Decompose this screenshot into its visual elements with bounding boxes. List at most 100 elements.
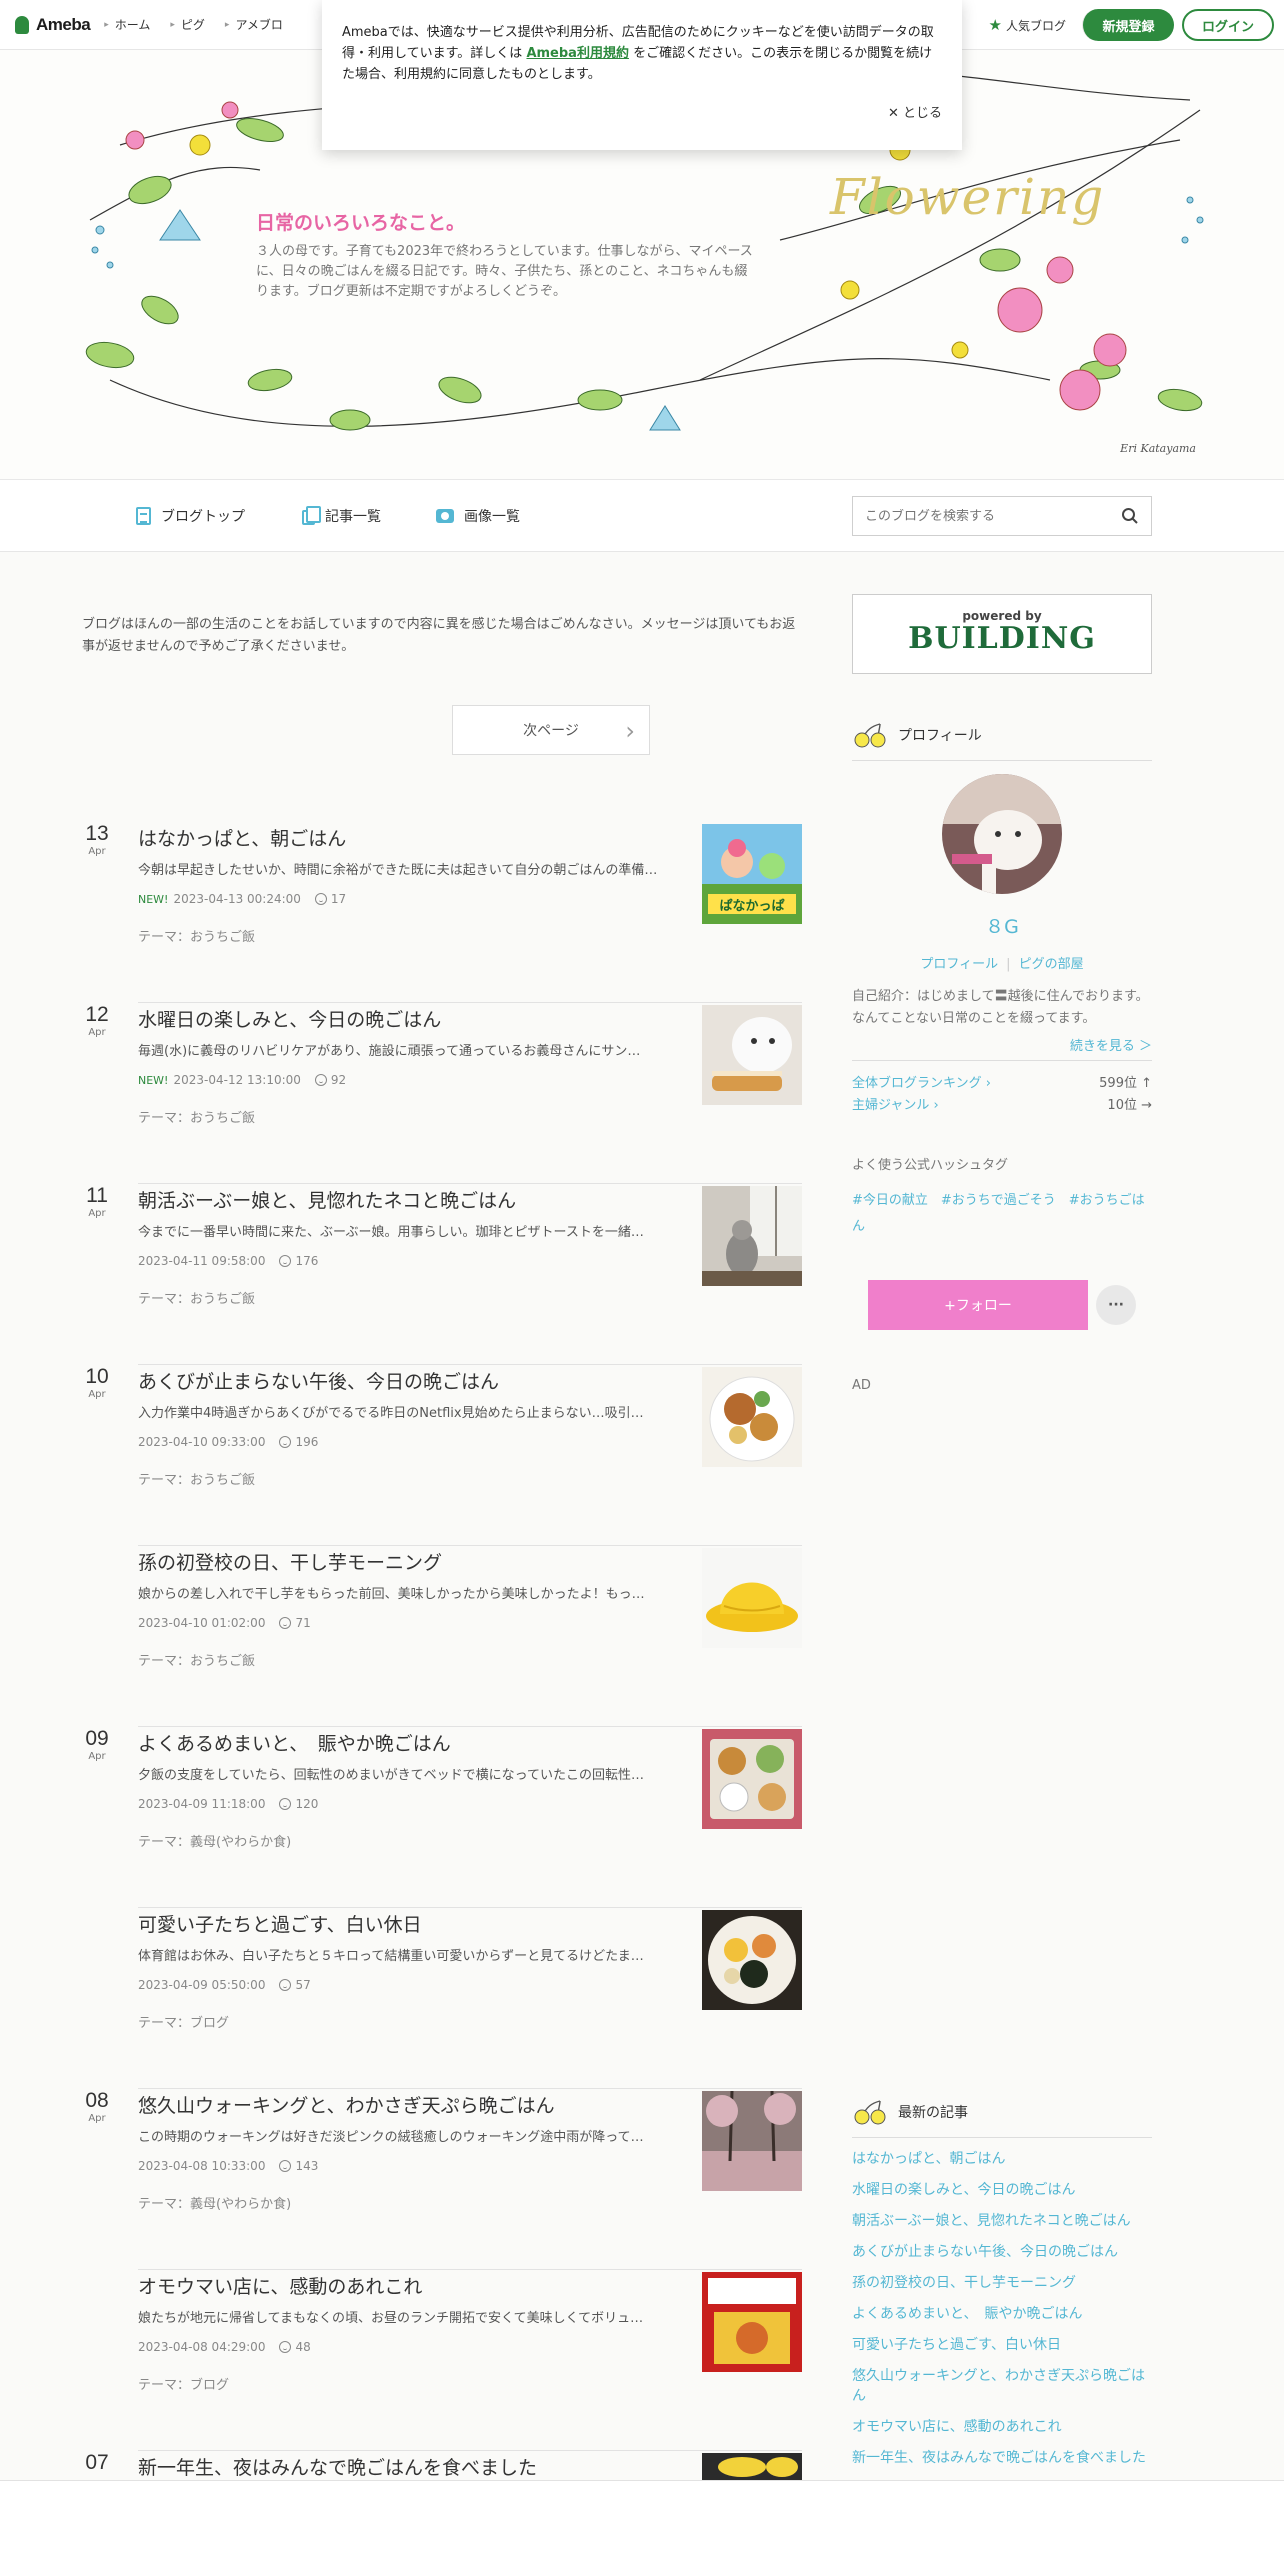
like-icon: [314, 893, 327, 905]
read-more-link[interactable]: 続きを見る ＞: [1070, 1035, 1152, 1054]
login-button[interactable]: ログイン: [1182, 9, 1274, 41]
entry-body: 可愛い子たちと過ごす、白い休日 体育館はお休み、白い子たちと５キロって結構重い可…: [138, 1908, 802, 2089]
ameba-logo[interactable]: Ameba: [12, 14, 91, 36]
ranking-row: 主婦ジャンル › 10位 →: [852, 1094, 1152, 1113]
recent-entry-link[interactable]: 新一年生、夜はみんなで晩ごはんを食べました: [852, 2448, 1152, 2468]
entry-theme[interactable]: テーマ：ブログ: [138, 2012, 229, 2031]
blog-title[interactable]: 日常のいろいろなこと。: [256, 208, 465, 235]
entry-theme[interactable]: テーマ：おうちご飯: [138, 1650, 255, 1669]
like-count: 143: [295, 2159, 319, 2173]
entry-month: Apr: [88, 1751, 106, 1762]
entry-excerpt: 今朝は早起きしたせいか、時間に余裕ができた既に夫は起きいて自分の朝ごはんの準備…: [138, 863, 658, 878]
cookie-close-button[interactable]: ✕ とじる: [888, 102, 942, 121]
entry-theme[interactable]: テーマ：ブログ: [138, 2374, 229, 2393]
entry-theme[interactable]: テーマ：おうちご飯: [138, 1107, 255, 1126]
nav-pigg[interactable]: ピグ: [170, 16, 205, 33]
entry-theme[interactable]: テーマ：おうちご飯: [138, 1288, 255, 1307]
like-icon: [279, 2160, 292, 2172]
entry-item: 孫の初登校の日、干し芋モーニング 娘からの差し入れで干し芋をもらった前回、美味し…: [82, 1546, 802, 1727]
nav-blog-top[interactable]: ブログトップ: [136, 506, 245, 526]
nav-entry-list[interactable]: 記事一覧: [302, 506, 381, 526]
self-introduction: 自己紹介：はじめまして〓越後に住んでおります。 なんてことない日常のことを綴って…: [852, 989, 1149, 1026]
entry-thumbnail[interactable]: [702, 2272, 802, 2372]
avatar[interactable]: [942, 774, 1062, 894]
building-logo-text: BUILDING: [908, 621, 1096, 656]
entry-body: 孫の初登校の日、干し芋モーニング 娘からの差し入れで干し芋をもらった前回、美味し…: [138, 1546, 802, 1727]
entry-excerpt: 入力作業中4時過ぎからあくびがでるでる昨日のNetflix見始めたら止まらない……: [138, 1406, 644, 1421]
building-banner[interactable]: powered by BUILDING: [852, 594, 1152, 674]
recent-entry-link[interactable]: オモウマい店に、感動のあれこれ: [852, 2417, 1152, 2437]
entry-theme[interactable]: テーマ：義母(やわらか食): [138, 1831, 291, 1850]
like-icon: [279, 2341, 292, 2353]
entry-thumbnail[interactable]: [702, 2453, 802, 2480]
entry-thumbnail[interactable]: [702, 1005, 802, 1105]
header-actions: ★ 人気ブログ 新規登録 ログイン: [989, 9, 1274, 41]
entry-title[interactable]: 悠久山ウォーキングと、わかさぎ天ぷら晩ごはん: [138, 2091, 555, 2118]
entry-theme[interactable]: テーマ：おうちご飯: [138, 926, 255, 945]
entry-thumbnail[interactable]: ぱなかっぱ: [702, 824, 802, 924]
entry-date: 09 Apr: [82, 1727, 112, 1762]
nav-ameblo[interactable]: アメブロ: [225, 16, 282, 33]
like-count: 48: [295, 2340, 311, 2354]
entry-body: 新一年生、夜はみんなで晩ごはんを食べました: [138, 2451, 802, 2480]
entry-thumbnail[interactable]: [702, 1367, 802, 1467]
genre-ranking-value: 10位 →: [1107, 1098, 1152, 1113]
entry-title[interactable]: 可愛い子たちと過ごす、白い休日: [138, 1910, 422, 1937]
recent-entry-link[interactable]: 朝活ぶーぶー娘と、見惚れたネコと晩ごはん: [852, 2211, 1152, 2231]
overall-ranking-link[interactable]: 全体ブログランキング ›: [852, 1072, 991, 1091]
recent-entry-link[interactable]: 悠久山ウォーキングと、わかさぎ天ぷら晩ごはん: [852, 2366, 1152, 2406]
nav-blog-top-label: ブログトップ: [161, 509, 245, 525]
entry-month: Apr: [88, 1389, 106, 1400]
entry-thumbnail[interactable]: [702, 1548, 802, 1648]
recent-entry-link[interactable]: 水曜日の楽しみと、今日の晩ごはん: [852, 2180, 1152, 2200]
avatar-cat-image: [942, 774, 1062, 894]
entry-thumbnail[interactable]: [702, 1186, 802, 1286]
terms-link[interactable]: Ameba利用規約: [526, 46, 629, 61]
entry-thumbnail[interactable]: [702, 2091, 802, 2191]
entry-title[interactable]: オモウマい店に、感動のあれこれ: [138, 2272, 422, 2299]
entry-item: 可愛い子たちと過ごす、白い休日 体育館はお休み、白い子たちと５キロって結構重い可…: [82, 1908, 802, 2089]
search-icon[interactable]: [1121, 507, 1139, 525]
nav-image-list[interactable]: 画像一覧: [436, 506, 520, 526]
cherry-blossom-park-image: [702, 2091, 802, 2191]
hashtag-list[interactable]: #今日の献立 #おうちで過ごそう #おうちごはん: [852, 1188, 1152, 1240]
profile-link[interactable]: プロフィール: [920, 957, 998, 972]
entry-theme[interactable]: テーマ：おうちご飯: [138, 1469, 255, 1488]
like-count: 71: [295, 1616, 311, 1630]
recent-entry-link[interactable]: はなかっぱと、朝ごはん: [852, 2149, 1152, 2169]
nav-home[interactable]: ホーム: [104, 16, 151, 33]
recent-entry-link[interactable]: あくびが止まらない午後、今日の晩ごはん: [852, 2242, 1152, 2262]
entry-datetime: 2023-04-08 04:29:00: [138, 2340, 266, 2354]
entry-title[interactable]: あくびが止まらない午後、今日の晩ごはん: [138, 1367, 499, 1394]
popular-blogs-link[interactable]: ★ 人気ブログ: [989, 16, 1066, 34]
entry-thumbnail[interactable]: [702, 1729, 802, 1829]
nickname[interactable]: ８G: [852, 912, 1152, 939]
register-button[interactable]: 新規登録: [1082, 9, 1174, 41]
entry-title[interactable]: はなかっぱと、朝ごはん: [138, 824, 346, 851]
genre-ranking-link[interactable]: 主婦ジャンル ›: [852, 1094, 939, 1113]
entry-title[interactable]: 水曜日の楽しみと、今日の晩ごはん: [138, 1005, 441, 1032]
entry-title[interactable]: よくあるめまいと、 賑やか晩ごはん: [138, 1729, 451, 1756]
entry-datetime: 2023-04-12 13:10:00: [173, 1073, 301, 1087]
entry-meta: 2023-04-09 05:50:00 57: [138, 1978, 311, 1992]
like-count: 120: [295, 1797, 319, 1811]
blog-search-input[interactable]: [865, 508, 1105, 524]
follow-button[interactable]: +フォロー: [868, 1280, 1088, 1330]
like-count: 57: [295, 1978, 311, 1992]
entry-title[interactable]: 孫の初登校の日、干し芋モーニング: [138, 1548, 442, 1575]
blog-notice: ブログはほんの一部の生活のことをお話していますので内容に異を感じた場合はごめんな…: [82, 617, 796, 654]
recent-entry-link[interactable]: 孫の初登校の日、干し芋モーニング: [852, 2273, 1152, 2293]
entry-item: 09 Apr よくあるめまいと、 賑やか晩ごはん 夕飯の支度をしていたら、回転性…: [82, 1727, 802, 1908]
entry-title[interactable]: 新一年生、夜はみんなで晩ごはんを食べました: [138, 2453, 537, 2480]
recent-entry-link[interactable]: よくあるめまいと、 賑やか晩ごはん: [852, 2304, 1152, 2324]
entry-theme[interactable]: テーマ：義母(やわらか食): [138, 2193, 291, 2212]
entry-excerpt: 娘たちが地元に帰省してまもなくの頃、お昼のランチ開拓で安くて美味しくてボリュ…: [138, 2311, 644, 2326]
recent-entry-link[interactable]: 可愛い子たちと過ごす、白い休日: [852, 2335, 1152, 2355]
pigg-room-link[interactable]: ピグの部屋: [1019, 957, 1084, 972]
chevron-right-icon: ›: [625, 717, 635, 745]
entry-thumbnail[interactable]: [702, 1910, 802, 2010]
entry-date: 08 Apr: [82, 2089, 112, 2124]
next-page-button[interactable]: 次ページ ›: [452, 705, 650, 755]
entry-title[interactable]: 朝活ぶーぶー娘と、見惚れたネコと晩ごはん: [138, 1186, 516, 1213]
more-menu-button[interactable]: ···: [1096, 1285, 1136, 1325]
